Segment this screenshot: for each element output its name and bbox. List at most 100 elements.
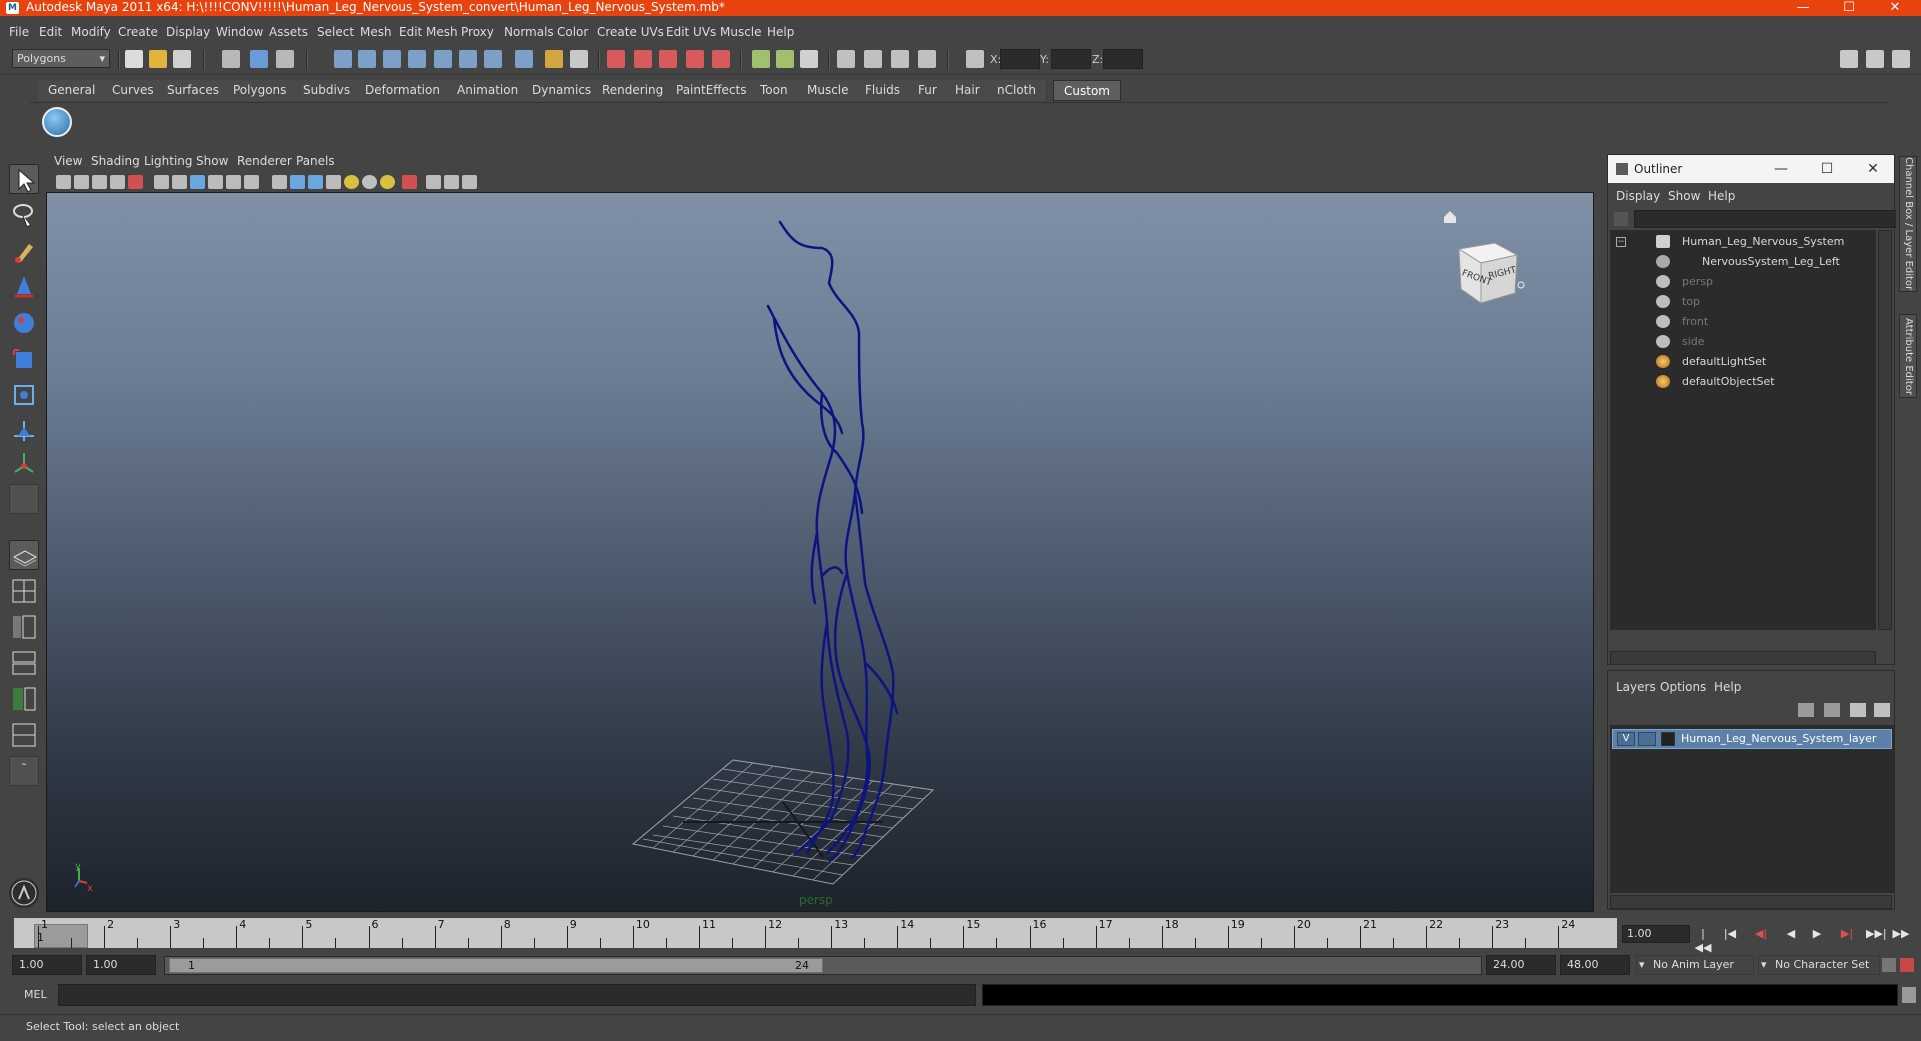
render-current-frame-icon[interactable]: [864, 50, 882, 68]
animation-preferences-icon[interactable]: [1900, 958, 1914, 972]
menu-select[interactable]: Select: [317, 25, 354, 39]
playback-start-field[interactable]: 1.00: [86, 955, 156, 975]
close-button[interactable]: ✕: [1872, 0, 1918, 16]
outliner-horizontal-scrollbar[interactable]: [1610, 651, 1876, 665]
tab-painteffects[interactable]: PaintEffects: [666, 80, 758, 101]
tab-ncloth[interactable]: nCloth: [987, 80, 1047, 101]
layer-color-swatch[interactable]: [1661, 732, 1675, 746]
menu-muscle[interactable]: Muscle: [720, 25, 762, 39]
menu-color[interactable]: Color: [557, 25, 588, 39]
persp-relationship-layout-icon[interactable]: [9, 720, 39, 750]
mel-script-icon[interactable]: [9, 878, 39, 908]
outliner-item[interactable]: top: [1610, 292, 1874, 311]
menu-set-dropdown[interactable]: Polygons ▾: [12, 49, 110, 68]
time-slider[interactable]: 1 1 2 3 4 5 6 7 8 9 10 11 12 13 14 15 16 17 18 19 20 21 22 23 2…: [14, 918, 1617, 948]
camera-attributes-icon[interactable]: [74, 175, 89, 189]
question-icon[interactable]: [515, 50, 533, 68]
lasso-tool-icon[interactable]: [9, 200, 39, 230]
step-forward-frame-button[interactable]: ▶▶|: [1866, 927, 1887, 941]
persp-outliner-layout-icon[interactable]: [9, 612, 39, 642]
image-plane-icon[interactable]: [110, 175, 125, 189]
x-field[interactable]: [1000, 49, 1040, 69]
high-quality-icon[interactable]: [380, 175, 395, 189]
tab-fur[interactable]: Fur: [908, 80, 948, 101]
viewport-menu-lighting[interactable]: Lighting: [144, 154, 193, 168]
tab-channel-box-layer-editor[interactable]: Channel Box / Layer Editor: [1899, 156, 1917, 292]
outliner-item[interactable]: persp: [1610, 272, 1874, 291]
xray-joints-icon[interactable]: [444, 175, 459, 189]
tab-polygons[interactable]: Polygons: [223, 80, 298, 101]
menu-window[interactable]: Window: [216, 25, 263, 39]
layers-menu-options[interactable]: Options: [1660, 680, 1706, 694]
hypershade-layout-icon[interactable]: [9, 684, 39, 714]
outliner-menu-help[interactable]: Help: [1708, 189, 1735, 203]
textured-icon[interactable]: [326, 175, 341, 189]
perspective-viewport[interactable]: FRONT RIGHT x y persp: [46, 192, 1594, 912]
render-view-icon[interactable]: [837, 50, 855, 68]
scale-tool-icon[interactable]: [9, 344, 39, 374]
tab-subdivs[interactable]: Subdivs: [293, 80, 362, 101]
more-layouts-icon[interactable]: ˜: [9, 756, 39, 786]
lock-icon[interactable]: [545, 50, 563, 68]
show-channel-box-icon[interactable]: [1892, 50, 1910, 68]
absolute-transform-icon[interactable]: [966, 50, 984, 68]
checkmark-icon[interactable]: [42, 107, 72, 137]
tab-dynamics[interactable]: Dynamics: [522, 80, 603, 101]
range-handle[interactable]: 1 24: [169, 958, 823, 973]
viewport-menu-show[interactable]: Show: [196, 154, 228, 168]
universal-manipulator-icon[interactable]: [9, 380, 39, 410]
new-empty-layer-icon[interactable]: [1850, 703, 1866, 717]
snap-curve-icon[interactable]: [634, 50, 652, 68]
step-back-key-button[interactable]: ◀|: [1752, 927, 1770, 941]
layer-visibility-toggle[interactable]: V: [1617, 732, 1635, 746]
safe-action-icon[interactable]: [244, 175, 259, 189]
snap-point-icon[interactable]: [659, 50, 677, 68]
snap-grid-icon[interactable]: [607, 50, 625, 68]
script-editor-icon[interactable]: [1902, 987, 1916, 1003]
gate-mask-icon[interactable]: [208, 175, 223, 189]
maximize-button[interactable]: ☐: [1826, 0, 1872, 16]
viewport-menu-view[interactable]: View: [54, 154, 82, 168]
shadows-icon[interactable]: [362, 175, 377, 189]
last-tool-icon[interactable]: [9, 484, 39, 514]
render-settings-icon[interactable]: [918, 50, 936, 68]
filter-icon[interactable]: [1614, 212, 1628, 226]
outliner-menu-show[interactable]: Show: [1668, 189, 1700, 203]
select-curves-icon[interactable]: [383, 50, 401, 68]
anim-layer-dropdown[interactable]: ▾ No Anim Layer: [1636, 955, 1754, 975]
select-by-component-icon[interactable]: [276, 50, 294, 68]
show-attribute-editor-icon[interactable]: [1840, 50, 1858, 68]
y-field[interactable]: [1051, 49, 1091, 69]
select-by-hierarchy-icon[interactable]: [222, 50, 240, 68]
resolution-gate-icon[interactable]: [190, 175, 205, 189]
select-tool-icon[interactable]: [9, 164, 39, 194]
menu-normals[interactable]: Normals: [504, 25, 554, 39]
use-default-light-icon[interactable]: [344, 175, 359, 189]
soft-modification-icon[interactable]: [9, 416, 39, 446]
tab-surfaces[interactable]: Surfaces: [157, 80, 230, 101]
open-scene-icon[interactable]: [149, 50, 167, 68]
viewport-menu-panels[interactable]: Panels: [296, 154, 335, 168]
film-gate-icon[interactable]: [172, 175, 187, 189]
outliner-search-input[interactable]: [1634, 210, 1898, 228]
snap-view-plane-icon[interactable]: [686, 50, 704, 68]
menu-assets[interactable]: Assets: [269, 25, 308, 39]
tab-rendering[interactable]: Rendering: [592, 80, 675, 101]
play-forwards-button[interactable]: ▶: [1808, 927, 1826, 941]
mel-command-input[interactable]: [58, 984, 976, 1006]
animation-end-field[interactable]: 48.00: [1560, 955, 1630, 975]
persp-graph-layout-icon[interactable]: [9, 648, 39, 678]
input-ops-icon[interactable]: [752, 50, 770, 68]
menu-file[interactable]: File: [9, 25, 29, 39]
menu-proxy[interactable]: Proxy: [461, 25, 494, 39]
shelf-handle[interactable]: [16, 80, 26, 140]
outliner-minimize-button[interactable]: —: [1760, 155, 1802, 183]
highlight-selection-icon[interactable]: [570, 50, 588, 68]
new-layer-selected-icon[interactable]: [1874, 703, 1890, 717]
outliner-close-button[interactable]: ✕: [1852, 155, 1894, 183]
layer-row[interactable]: V Human_Leg_Nervous_System_layer: [1612, 729, 1892, 749]
menu-display[interactable]: Display: [166, 25, 210, 39]
outliner-maximize-button[interactable]: ☐: [1806, 155, 1848, 183]
wireframe-on-shaded-icon[interactable]: [308, 175, 323, 189]
field-chart-icon[interactable]: [226, 175, 241, 189]
